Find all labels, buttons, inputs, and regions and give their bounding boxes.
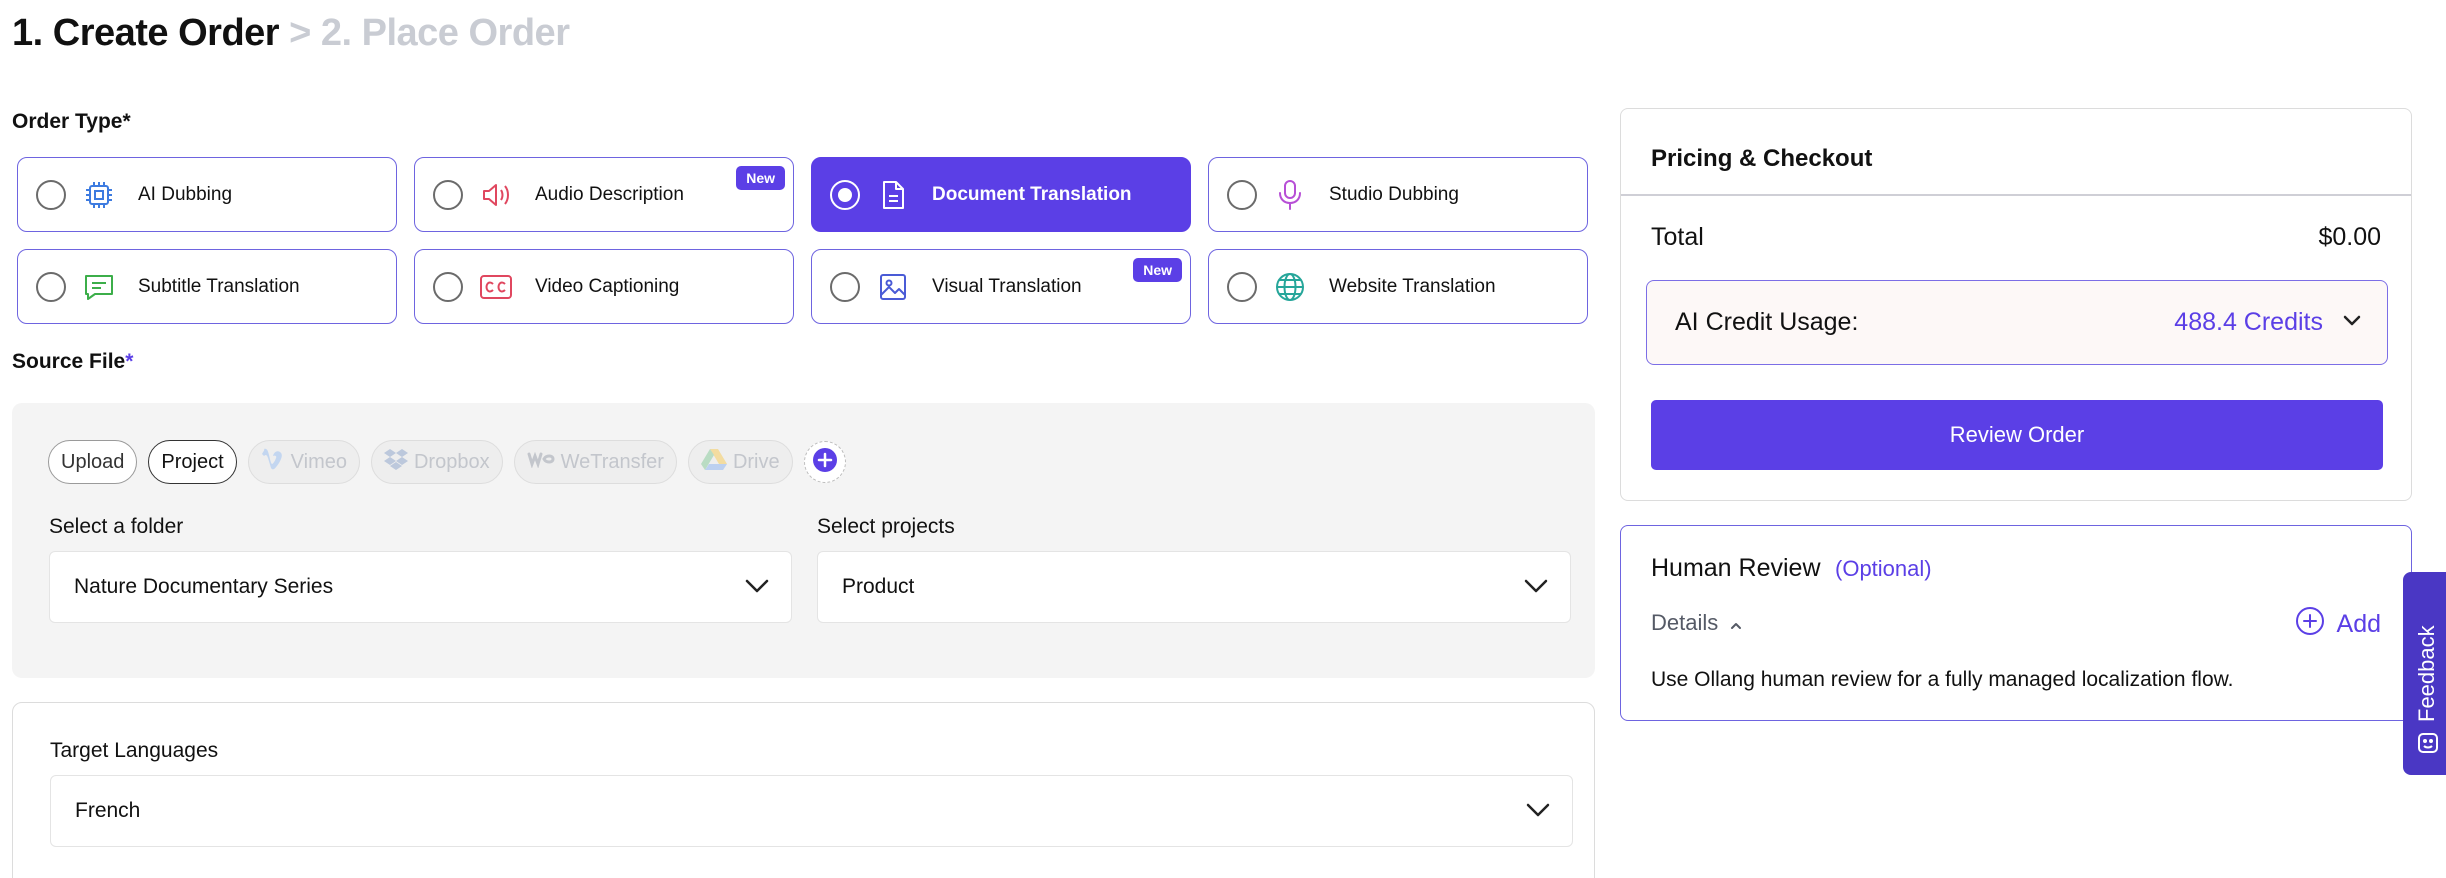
- order-type-label: Video Captioning: [535, 275, 680, 297]
- chevron-up-icon: [1730, 610, 1742, 636]
- ai-credit-usage-toggle[interactable]: AI Credit Usage: 488.4 Credits: [1646, 280, 2388, 365]
- target-languages-select[interactable]: French: [50, 775, 1573, 847]
- folder-label: Select a folder: [49, 515, 184, 538]
- chevron-down-icon: [1526, 799, 1550, 823]
- order-type-website-translation[interactable]: Website Translation: [1208, 249, 1588, 324]
- radio-button[interactable]: [1227, 271, 1257, 302]
- plus-circle-icon: [812, 447, 838, 478]
- order-type-label: Website Translation: [1329, 275, 1496, 297]
- document-icon: [876, 178, 910, 212]
- details-label: Details: [1651, 610, 1719, 635]
- target-languages-value: French: [75, 799, 141, 822]
- divider: [1621, 194, 2411, 196]
- drive-source-button[interactable]: Drive: [687, 440, 793, 484]
- human-review-title: Human Review: [1651, 554, 1821, 582]
- human-review-card: Human Review (Optional) Details Add Use …: [1620, 525, 2412, 721]
- chevron-down-icon: [745, 575, 769, 599]
- order-type-ai-dubbing[interactable]: AI Dubbing: [17, 157, 397, 232]
- folder-select[interactable]: Nature Documentary Series: [49, 551, 792, 623]
- order-type-grid: AI Dubbing Audio Description New Documen…: [17, 157, 1590, 324]
- project-source-button[interactable]: Project: [148, 440, 237, 484]
- radio-button[interactable]: [830, 179, 860, 210]
- chevron-down-icon: [1524, 575, 1548, 599]
- total-label: Total: [1651, 223, 1704, 251]
- order-type-label: Order Type*: [12, 110, 131, 133]
- order-type-label: Audio Description: [535, 183, 684, 205]
- feedback-label: Feedback: [2414, 625, 2439, 722]
- radio-button[interactable]: [433, 179, 463, 210]
- optional-label: (Optional): [1835, 556, 1932, 581]
- new-badge: New: [1133, 258, 1182, 282]
- dropbox-source-button[interactable]: Dropbox: [370, 440, 503, 484]
- speaker-icon: [479, 178, 513, 212]
- source-file-panel: Upload Project Vimeo Dropbox WeTransfer: [12, 403, 1595, 678]
- human-review-description: Use Ollang human review for a fully mana…: [1651, 668, 2234, 691]
- page-title: 1. Create Order > 2. Place Order: [12, 12, 570, 55]
- upload-source-button[interactable]: Upload: [48, 440, 138, 484]
- review-order-button[interactable]: Review Order: [1651, 400, 2383, 470]
- add-human-review-button[interactable]: Add: [2295, 606, 2381, 643]
- radio-button[interactable]: [1227, 179, 1257, 210]
- order-type-label: Subtitle Translation: [138, 275, 300, 297]
- total-value: $0.00: [2318, 223, 2381, 251]
- chevron-down-icon: [2343, 314, 2361, 332]
- projects-select-value: Product: [842, 575, 915, 598]
- radio-button[interactable]: [36, 179, 66, 210]
- order-type-label: Studio Dubbing: [1329, 183, 1459, 205]
- target-languages-panel: Target Languages French: [12, 702, 1595, 878]
- microphone-icon: [1273, 178, 1307, 212]
- order-type-audio-description[interactable]: Audio Description New: [414, 157, 794, 232]
- order-type-video-captioning[interactable]: Video Captioning: [414, 249, 794, 324]
- image-icon: [876, 270, 910, 304]
- radio-button[interactable]: [36, 271, 66, 302]
- source-options: Upload Project Vimeo Dropbox WeTransfer: [48, 440, 846, 484]
- plus-circle-icon: [2295, 606, 2325, 643]
- order-type-subtitle-translation[interactable]: Subtitle Translation: [17, 249, 397, 324]
- order-type-label: Document Translation: [932, 183, 1132, 205]
- radio-button[interactable]: [433, 271, 463, 302]
- vimeo-icon: [261, 448, 285, 476]
- cc-icon: [479, 270, 513, 304]
- drive-icon: [700, 448, 727, 476]
- wetransfer-icon: [527, 450, 555, 474]
- add-label: Add: [2336, 610, 2381, 638]
- chip-icon: [82, 178, 116, 212]
- message-icon: [82, 270, 116, 304]
- breadcrumb-step-place: > 2. Place Order: [279, 12, 570, 54]
- pricing-title: Pricing & Checkout: [1651, 145, 1873, 172]
- order-type-label: Visual Translation: [932, 275, 1082, 297]
- projects-select[interactable]: Product: [817, 551, 1571, 623]
- details-toggle[interactable]: Details: [1651, 610, 1742, 636]
- projects-label: Select projects: [817, 515, 955, 538]
- credit-label: AI Credit Usage:: [1675, 308, 1859, 336]
- credit-value: 488.4 Credits: [2174, 308, 2323, 336]
- order-type-visual-translation[interactable]: Visual Translation New: [811, 249, 1191, 324]
- radio-button[interactable]: [830, 271, 860, 302]
- order-type-studio-dubbing[interactable]: Studio Dubbing: [1208, 157, 1588, 232]
- source-file-label: Source File*: [12, 350, 134, 373]
- order-type-label: AI Dubbing: [138, 183, 233, 205]
- target-languages-label: Target Languages: [50, 739, 219, 762]
- feedback-tab[interactable]: Feedback: [2403, 572, 2446, 775]
- order-type-document-translation[interactable]: Document Translation: [811, 157, 1191, 232]
- dropbox-icon: [383, 448, 408, 476]
- add-source-button[interactable]: [803, 441, 846, 483]
- new-badge: New: [736, 166, 785, 190]
- globe-icon: [1273, 270, 1307, 304]
- pricing-card: Pricing & Checkout Total $0.00 AI Credit…: [1620, 108, 2412, 501]
- wetransfer-source-button[interactable]: WeTransfer: [513, 440, 677, 484]
- vimeo-source-button[interactable]: Vimeo: [247, 440, 360, 484]
- breadcrumb-step-create: 1. Create Order: [12, 12, 280, 54]
- smile-icon: [2417, 732, 2439, 759]
- folder-select-value: Nature Documentary Series: [74, 575, 334, 598]
